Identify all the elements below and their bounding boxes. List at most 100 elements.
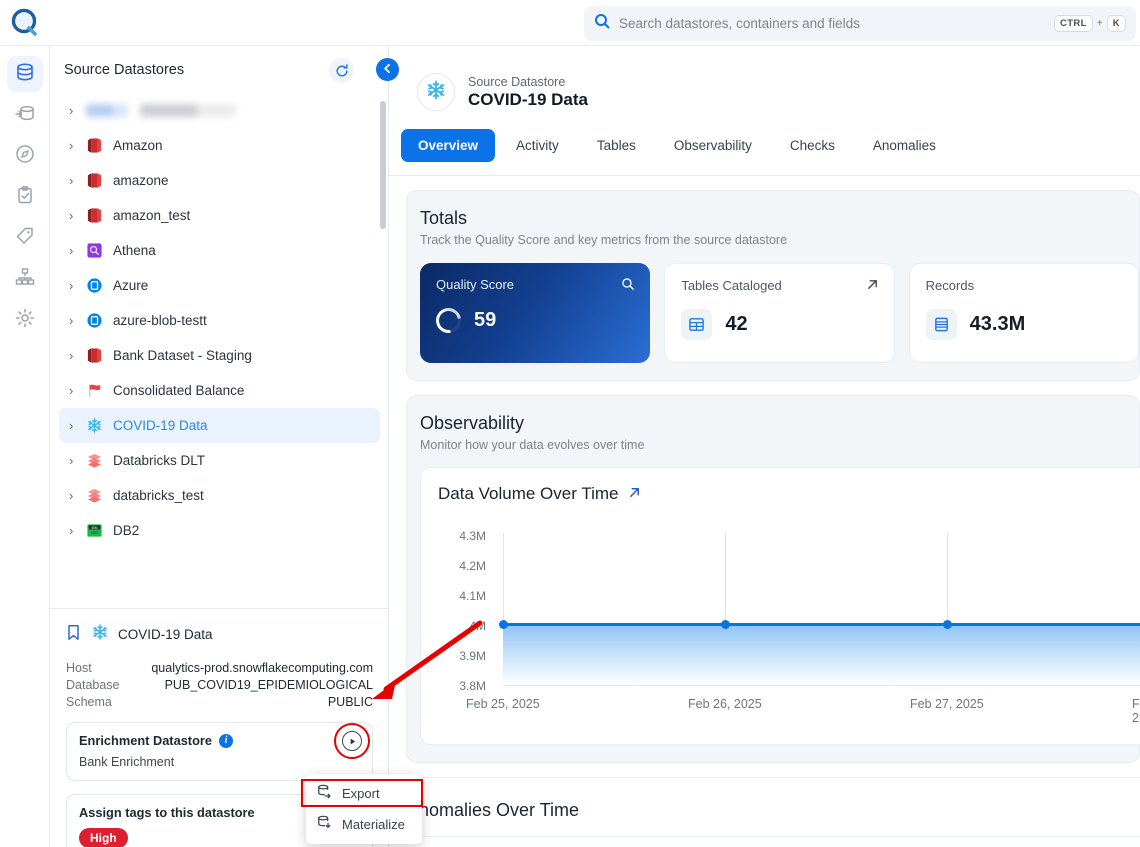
info-icon[interactable]: i — [219, 734, 233, 748]
list-item-label: Azure — [113, 278, 148, 293]
list-item[interactable]: › IBMDB2 DB2 — [59, 513, 380, 548]
list-item[interactable]: › Bank Dataset - Staging — [59, 338, 380, 373]
search-shortcut-plus: + — [1097, 18, 1103, 29]
amazon-redshift-icon — [85, 171, 104, 190]
datastore-tree[interactable]: › › Amazon › amazone › — [50, 93, 389, 606]
tab-tables[interactable]: Tables — [580, 129, 653, 162]
tab-checks[interactable]: Checks — [773, 129, 852, 162]
list-item[interactable]: › azure-blob-testt — [59, 303, 380, 338]
chevron-right-icon[interactable]: › — [69, 138, 85, 153]
quality-score-value: 59 — [474, 309, 496, 332]
arrow-up-right-icon[interactable] — [628, 484, 641, 504]
list-item[interactable]: › Amazon — [59, 128, 380, 163]
search-shortcut-mod: CTRL — [1054, 15, 1093, 32]
data-point[interactable] — [499, 620, 508, 629]
list-item[interactable]: › amazon_test — [59, 198, 380, 233]
menu-item-label: Export — [342, 786, 380, 801]
rail-item-explore[interactable] — [7, 138, 43, 174]
series-area — [503, 625, 1140, 685]
enrichment-title: Enrichment Datastore — [79, 733, 212, 748]
list-item[interactable]: › amazone — [59, 163, 380, 198]
x-axis-tick: Feb 2 — [1132, 697, 1140, 725]
chevron-right-icon[interactable]: › — [69, 173, 85, 188]
ibm-db2-icon: IBMDB2 — [85, 521, 104, 540]
list-item[interactable]: › Athena — [59, 233, 380, 268]
bookmark-icon[interactable] — [66, 624, 81, 646]
list-item[interactable]: › — [59, 93, 380, 128]
sidebar-item-covid-19-data[interactable]: › COVID-19 Data — [59, 408, 380, 443]
list-item-label: Athena — [113, 243, 156, 258]
rail-item-tags[interactable] — [7, 220, 43, 256]
observability-subtitle: Monitor how your data evolves over time — [420, 438, 1139, 452]
tables-cataloged-card[interactable]: Tables Cataloged 42 — [664, 263, 894, 363]
rail-item-enrichment[interactable] — [7, 97, 43, 133]
status-badge[interactable]: High — [79, 828, 128, 847]
list-item[interactable]: › databricks_test — [59, 478, 380, 513]
chevron-right-icon[interactable]: › — [69, 313, 85, 328]
list-item-label: Databricks DLT — [113, 453, 205, 468]
search-icon — [594, 13, 610, 34]
list-item[interactable]: › Databricks DLT — [59, 443, 380, 478]
records-body: 43.3M — [926, 309, 1122, 340]
menu-item-export[interactable]: Export — [306, 778, 422, 809]
search-icon[interactable] — [621, 277, 635, 296]
records-card[interactable]: Records 43.3M — [909, 263, 1139, 363]
list-item[interactable]: › Azure — [59, 268, 380, 303]
data-point[interactable] — [721, 620, 730, 629]
export-menu[interactable]: Export Materialize — [306, 774, 422, 844]
refresh-icon[interactable] — [329, 58, 354, 83]
chevron-right-icon[interactable]: › — [69, 243, 85, 258]
rail-item-checks[interactable] — [7, 179, 43, 215]
tab-overview[interactable]: Overview — [401, 129, 495, 162]
y-axis-tick: 4.3M — [438, 529, 486, 543]
search-shortcut-key: K — [1107, 15, 1126, 32]
card-label: Records — [926, 278, 1122, 293]
svg-text:DB2: DB2 — [91, 531, 98, 535]
tag-icon — [15, 226, 35, 251]
search-input[interactable]: Search datastores, containers and fields… — [584, 6, 1136, 41]
y-axis-tick: 4M — [438, 619, 486, 633]
tab-observability[interactable]: Observability — [657, 129, 769, 162]
qualytics-logo-icon[interactable] — [0, 0, 50, 46]
panel-title: Source Datastores — [64, 62, 184, 78]
rail-item-datastores[interactable] — [7, 56, 43, 92]
data-point[interactable] — [943, 620, 952, 629]
menu-item-materialize[interactable]: Materialize — [306, 809, 422, 840]
tab-anomalies[interactable]: Anomalies — [856, 129, 953, 162]
list-item-label: amazone — [113, 173, 169, 188]
rail-item-lineage[interactable] — [7, 261, 43, 297]
quality-score-card[interactable]: Quality Score 59 — [420, 263, 650, 363]
list-item-label: amazon_test — [113, 208, 190, 223]
snowflake-icon — [85, 416, 104, 435]
tree-scrollbar[interactable] — [380, 101, 386, 229]
detail-field-host: Host qualytics-prod.snowflakecomputing.c… — [66, 661, 373, 675]
chart-title: Data Volume Over Time — [438, 484, 618, 504]
collapse-panel-button[interactable] — [376, 58, 399, 81]
chevron-right-icon[interactable]: › — [69, 418, 85, 433]
list-item[interactable]: › Consolidated Balance — [59, 373, 380, 408]
chevron-right-icon[interactable]: › — [69, 453, 85, 468]
series-line — [503, 623, 1140, 626]
chevron-right-icon[interactable]: › — [69, 488, 85, 503]
data-volume-plot: 4.3M 4.2M 4.1M 4M 3.9M 3.8M — [438, 519, 1140, 719]
chevron-right-icon[interactable]: › — [69, 523, 85, 538]
panel-header: Source Datastores — [50, 46, 388, 93]
chevron-right-icon[interactable]: › — [69, 348, 85, 363]
anomalies-title: Anomalies Over Time — [407, 800, 1140, 821]
play-circle-icon[interactable] — [342, 731, 362, 751]
rail-item-settings[interactable] — [7, 302, 43, 338]
tab-activity[interactable]: Activity — [499, 129, 576, 162]
y-axis-tick: 3.8M — [438, 679, 486, 693]
chevron-right-icon[interactable]: › — [69, 383, 85, 398]
athena-icon — [85, 241, 104, 260]
arrow-up-right-icon[interactable] — [866, 278, 879, 296]
observability-section: Observability Monitor how your data evol… — [406, 395, 1140, 763]
enrichment-title-row: Enrichment Datastore i — [79, 733, 360, 748]
detail-field-key: Schema — [66, 695, 112, 709]
chevron-right-icon[interactable]: › — [69, 278, 85, 293]
chevron-right-icon[interactable]: › — [69, 208, 85, 223]
database-import-icon — [317, 814, 333, 835]
anomalies-over-time-card: Anomalies Over Time — [389, 777, 1140, 837]
chevron-right-icon[interactable]: › — [69, 103, 85, 118]
sidebar-item-label: COVID-19 Data — [113, 418, 208, 433]
